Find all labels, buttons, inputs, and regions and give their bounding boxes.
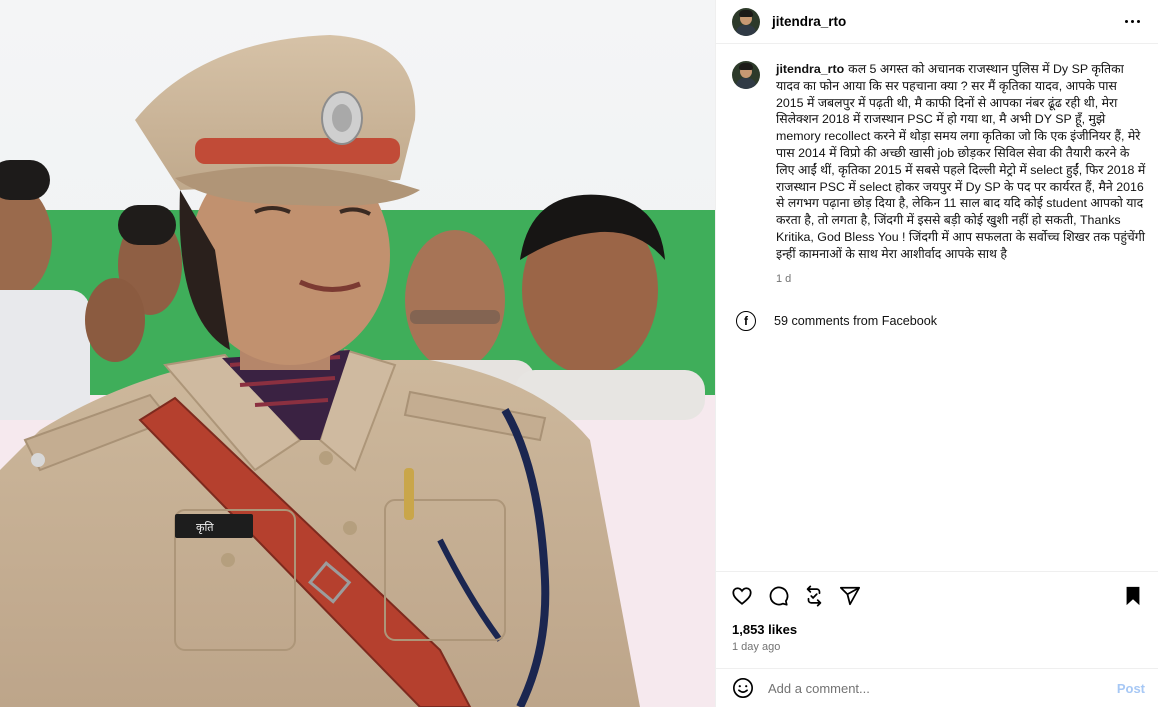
posted-time: 1 day ago [732, 641, 781, 653]
comment-bar: Post [716, 668, 1158, 707]
comment-input[interactable] [768, 680, 1117, 696]
likes-count[interactable]: 1,853 likes [732, 622, 797, 637]
caption-username[interactable]: jitendra_rto [776, 62, 844, 76]
post-username[interactable]: jitendra_rto [772, 14, 846, 29]
name-tag-text: कृति [196, 521, 214, 534]
facebook-comments-link[interactable]: f 59 comments from Facebook [736, 311, 937, 331]
caption-text: jitendra_rto कल 5 अगस्त को अचानक राजस्थान… [776, 61, 1146, 263]
caption: jitendra_rto कल 5 अगस्त को अचानक राजस्थान… [732, 61, 1146, 285]
heart-icon[interactable] [730, 584, 754, 608]
share-icon[interactable] [838, 584, 862, 608]
bookmark-icon[interactable] [1121, 584, 1145, 608]
post-details-panel: jitendra_rto jitendra_rto कल 5 अगस्त को अ… [715, 0, 1158, 707]
officer-photo: कृति [0, 0, 715, 707]
more-options-icon[interactable] [1120, 10, 1144, 34]
caption-avatar[interactable] [732, 61, 760, 89]
avatar[interactable] [732, 7, 760, 36]
post-comment-button[interactable]: Post [1117, 681, 1145, 696]
comment-icon[interactable] [766, 584, 790, 608]
post-image[interactable]: कृति [0, 0, 715, 707]
emoji-icon[interactable] [732, 677, 754, 699]
action-bar [716, 571, 1158, 619]
facebook-icon: f [736, 311, 756, 331]
post-header: jitendra_rto [716, 0, 1158, 44]
repost-icon[interactable] [802, 584, 826, 608]
facebook-comments-label: 59 comments from Facebook [774, 314, 938, 328]
caption-timestamp: 1 d [776, 272, 792, 285]
caption-body-text: कल 5 अगस्त को अचानक राजस्थान पुलिस में D… [776, 62, 1146, 261]
